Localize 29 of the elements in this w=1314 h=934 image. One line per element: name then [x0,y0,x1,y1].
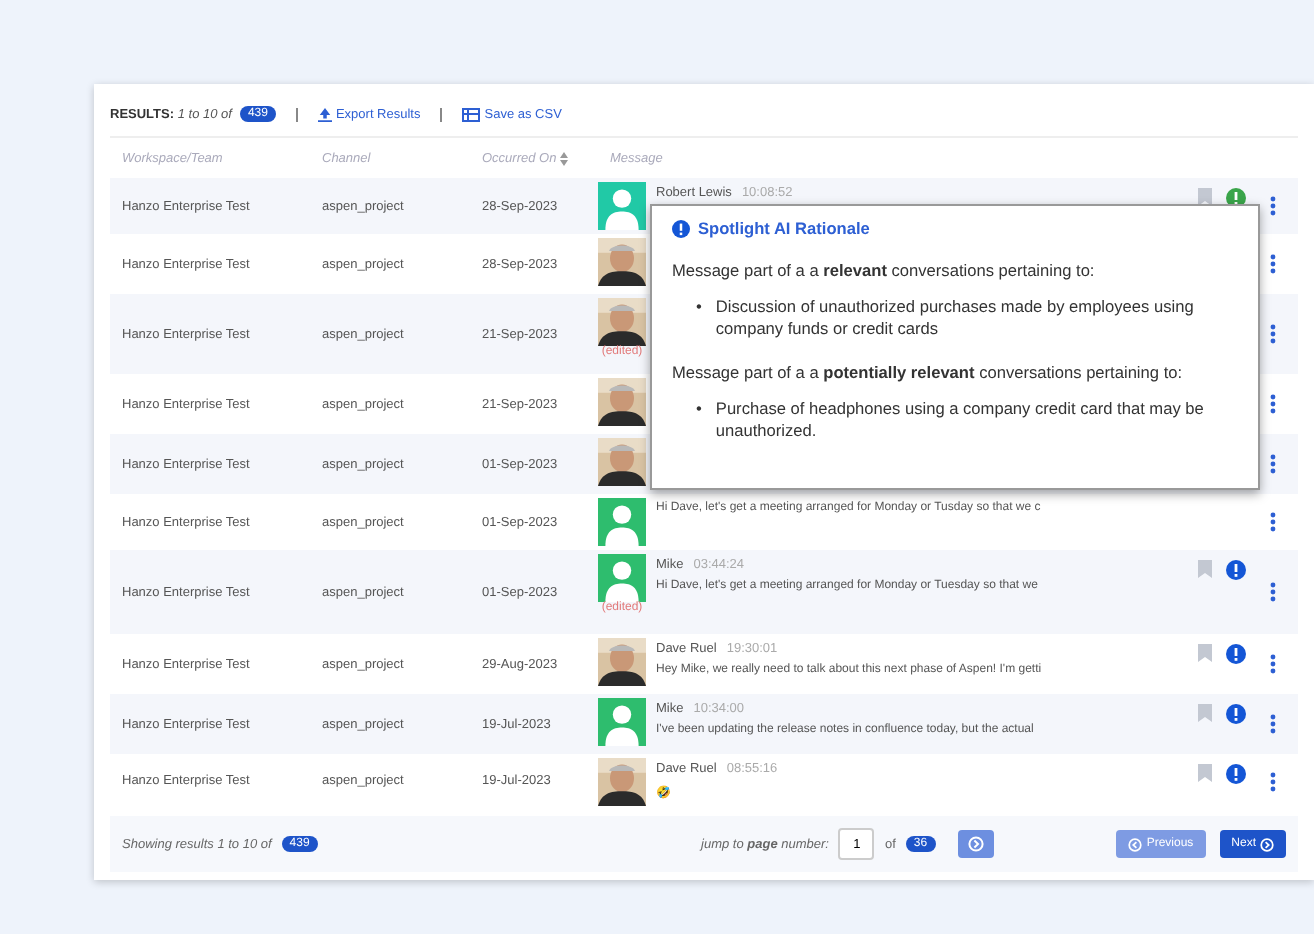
upload-icon [317,107,332,121]
arrow-circle-icon [967,836,984,852]
more-icon[interactable] [1270,324,1276,344]
more-icon[interactable] [1270,771,1276,791]
more-icon[interactable] [1270,454,1276,474]
rationale-text: Message part of a a potentially relevant conversations pertaining to: [672,362,1185,385]
bullet-mark: • [696,398,702,420]
bullet-mark: • [696,295,702,318]
info-icon[interactable] [1226,644,1246,664]
info-icon[interactable] [1226,560,1246,580]
more-icon[interactable] [1270,654,1276,674]
more-icon[interactable] [1270,394,1276,414]
more-icon[interactable] [1270,512,1276,532]
sort-icon [560,151,569,165]
rationale-item: Purchase of headphones using a company credit card that may be unauthorized. [715,398,1206,442]
table-icon [462,107,481,121]
info-icon[interactable] [1226,704,1246,724]
rationale-item: Discussion of unauthorized purchases made by employees using company funds or credit cards [715,295,1196,339]
arrow-circle-icon [1260,837,1274,851]
more-icon[interactable] [1270,714,1276,734]
more-icon[interactable] [1270,254,1276,274]
rationale-text: Message part of a a relevant conversations pertaining to: [672,260,1097,282]
arrow-circle-icon [1128,837,1143,851]
more-icon[interactable] [1270,196,1276,216]
info-icon[interactable] [1226,764,1246,784]
more-icon[interactable] [1270,582,1276,602]
info-icon [672,219,690,237]
go-button[interactable] [957,830,994,858]
popup-title: Spotlight AI Rationale [698,218,870,238]
